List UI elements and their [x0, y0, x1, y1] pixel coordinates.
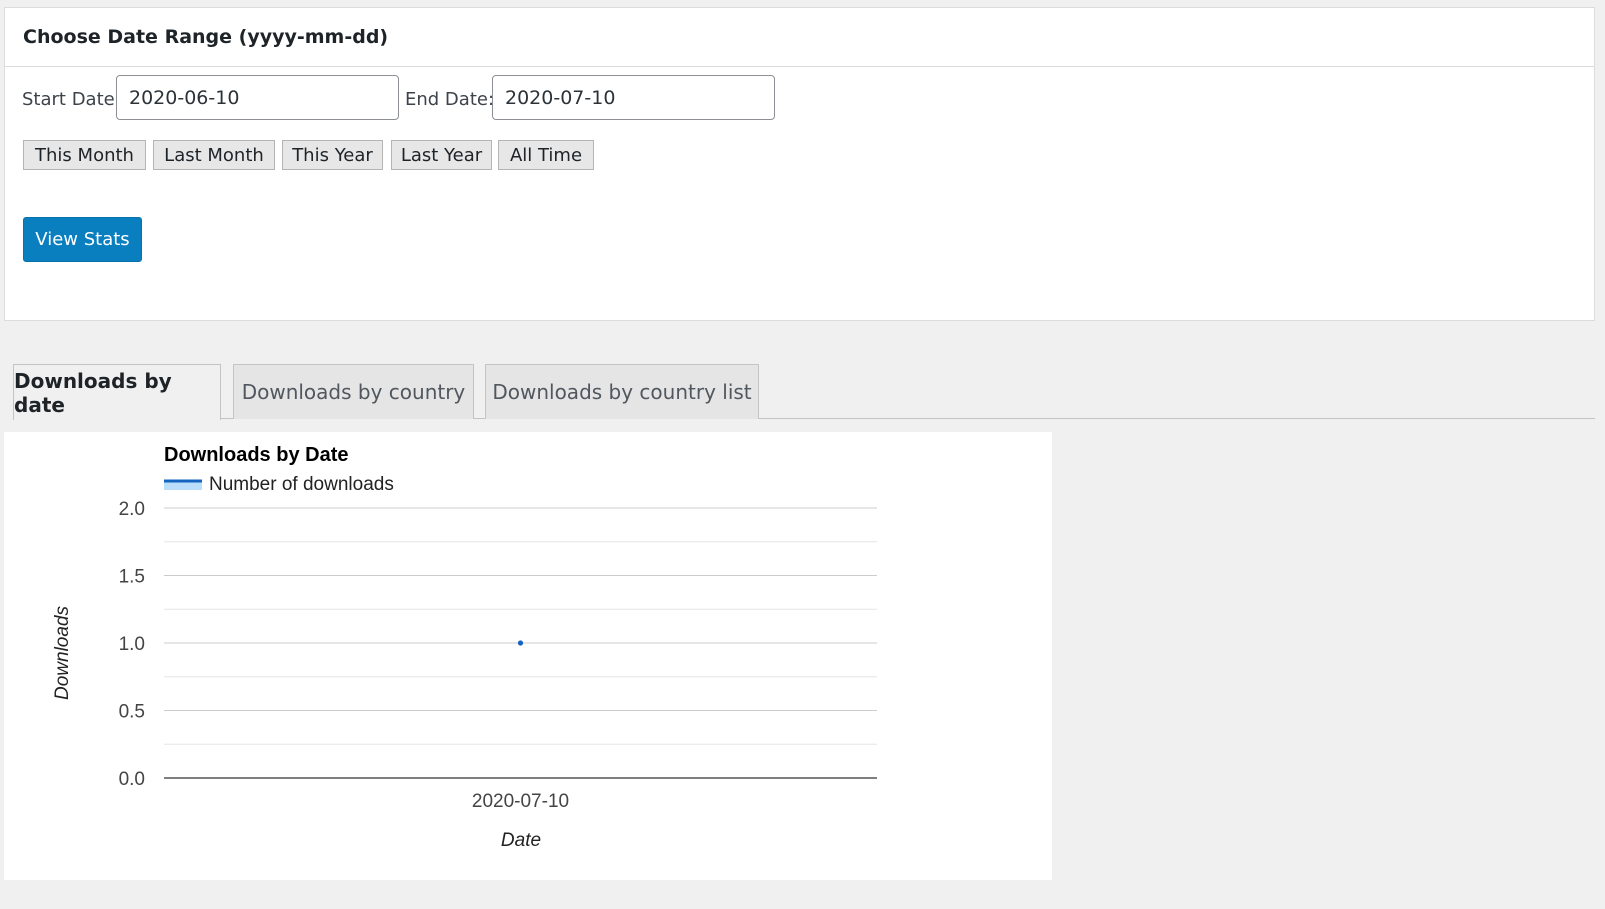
- y-tick-label: 0.0: [119, 769, 145, 790]
- start-date-label: Start Date:: [22, 89, 121, 110]
- downloads-by-date-chart: Downloads by Date Number of downloads 2.…: [52, 444, 877, 851]
- end-date-input[interactable]: [492, 75, 775, 120]
- y-tick-labels: 2.0 1.5 1.0 0.5 0.0: [119, 499, 145, 790]
- chart-legend: Number of downloads: [164, 474, 394, 495]
- start-date-input[interactable]: [116, 75, 399, 120]
- y-tick-label: 1.5: [119, 567, 145, 588]
- tab-downloads-by-country[interactable]: Downloads by country: [233, 364, 474, 419]
- view-stats-button[interactable]: View Stats: [23, 217, 142, 262]
- x-tick-label: 2020-07-10: [472, 791, 569, 812]
- x-tick-labels: 2020-07-10: [472, 791, 569, 812]
- date-range-title: Choose Date Range (yyyy-mm-dd): [5, 8, 1594, 67]
- this-year-button[interactable]: This Year: [282, 140, 383, 170]
- download-stats-page: Choose Date Range (yyyy-mm-dd) Start Dat…: [0, 0, 1605, 909]
- all-time-button[interactable]: All Time: [498, 140, 594, 170]
- this-month-button[interactable]: This Month: [23, 140, 146, 170]
- tab-downloads-by-country-list[interactable]: Downloads by country list: [485, 364, 759, 419]
- last-month-button[interactable]: Last Month: [153, 140, 275, 170]
- legend-label: Number of downloads: [209, 474, 394, 495]
- series-points: [517, 640, 524, 646]
- y-axis-title: Downloads: [52, 606, 73, 700]
- x-axis-title: Date: [501, 830, 541, 851]
- date-range-panel: Choose Date Range (yyyy-mm-dd) Start Dat…: [4, 7, 1595, 321]
- y-tick-label: 0.5: [119, 702, 145, 723]
- end-date-label: End Date:: [405, 89, 495, 110]
- data-point[interactable]: [517, 640, 524, 646]
- chart-title: Downloads by Date: [164, 444, 348, 466]
- downloads-chart-card: Downloads by Date Number of downloads 2.…: [4, 432, 1052, 880]
- y-tick-label: 2.0: [119, 499, 145, 520]
- tab-downloads-by-date[interactable]: Downloads by date: [13, 364, 221, 420]
- last-year-button[interactable]: Last Year: [391, 140, 492, 170]
- y-tick-label: 1.0: [119, 634, 145, 655]
- stats-tabs: Downloads by date Downloads by country D…: [13, 364, 1595, 420]
- date-range-body: Start Date: End Date: This Month Last Mo…: [5, 67, 1594, 321]
